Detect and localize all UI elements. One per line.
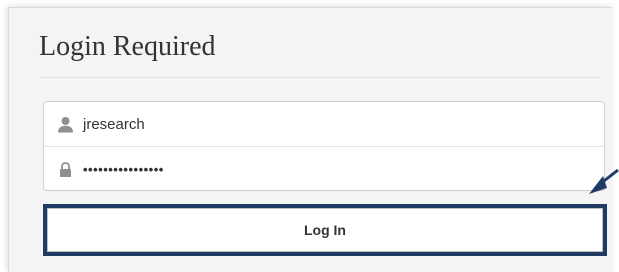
credentials-group: jresearch •••••••••••••••• [43, 101, 605, 191]
login-panel: Login Required jresearch •••••••••••••••… [8, 7, 612, 272]
page-title: Login Required [39, 31, 216, 62]
login-button[interactable]: Log In [47, 208, 603, 252]
lock-icon [57, 161, 74, 178]
user-icon [57, 116, 74, 133]
username-value[interactable]: jresearch [83, 116, 145, 133]
password-value[interactable]: •••••••••••••••• [83, 162, 164, 177]
title-divider [39, 77, 600, 78]
screenshot-stage: Login Required jresearch •••••••••••••••… [0, 0, 619, 272]
password-field[interactable]: •••••••••••••••• [44, 146, 604, 190]
login-button-highlight: Log In [43, 204, 607, 256]
username-field[interactable]: jresearch [44, 102, 604, 146]
